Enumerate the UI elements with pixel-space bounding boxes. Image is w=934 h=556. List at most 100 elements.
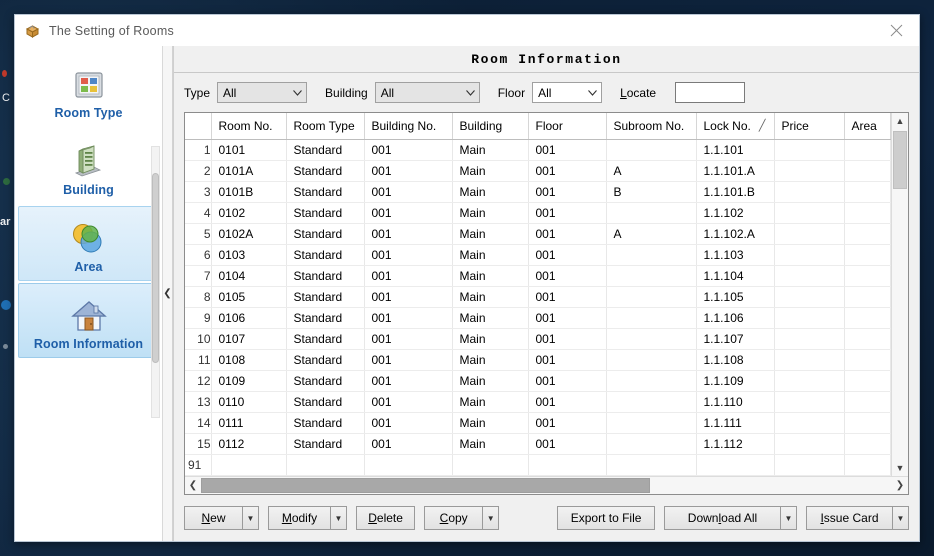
- cell-room-type[interactable]: Standard: [286, 224, 364, 245]
- cell-price[interactable]: [774, 329, 844, 350]
- cell-room-no[interactable]: 0112: [211, 434, 286, 455]
- cell-subroom-no[interactable]: [606, 140, 696, 161]
- cell-area[interactable]: [844, 182, 891, 203]
- cell-building[interactable]: Main: [452, 182, 528, 203]
- cell-area[interactable]: [844, 287, 891, 308]
- cell-room-no[interactable]: 0101A: [211, 161, 286, 182]
- cell-room-no[interactable]: 0101B: [211, 182, 286, 203]
- export-to-file-button[interactable]: Export to File: [557, 506, 655, 530]
- cell-subroom-no[interactable]: [606, 203, 696, 224]
- cell-room-no[interactable]: 0108: [211, 350, 286, 371]
- cell-building[interactable]: Main: [452, 287, 528, 308]
- cell-subroom-no[interactable]: [606, 371, 696, 392]
- cell-subroom-no[interactable]: [606, 329, 696, 350]
- cell-floor[interactable]: 001: [528, 392, 606, 413]
- cell-lock-no[interactable]: 1.1.102: [696, 203, 774, 224]
- delete-button[interactable]: Delete: [356, 506, 415, 530]
- table-footer-row[interactable]: 91: [185, 455, 891, 476]
- floor-select[interactable]: All: [532, 82, 602, 103]
- cell-building[interactable]: Main: [452, 392, 528, 413]
- cell-building[interactable]: Main: [452, 224, 528, 245]
- cell-lock-no[interactable]: 1.1.106: [696, 308, 774, 329]
- cell-building-no[interactable]: 001: [364, 413, 452, 434]
- scroll-right-icon[interactable]: ❯: [892, 480, 908, 491]
- modify-dropdown-arrow[interactable]: ▼: [330, 506, 347, 530]
- cell-room-type[interactable]: Standard: [286, 245, 364, 266]
- cell-building[interactable]: Main: [452, 203, 528, 224]
- row-number-cell[interactable]: 5: [185, 224, 211, 245]
- row-number-cell[interactable]: 7: [185, 266, 211, 287]
- cell-subroom-no[interactable]: A: [606, 161, 696, 182]
- cell-lock-no[interactable]: 1.1.110: [696, 392, 774, 413]
- cell-floor[interactable]: 001: [528, 434, 606, 455]
- cell-room-type[interactable]: Standard: [286, 161, 364, 182]
- cell-subroom-no[interactable]: [606, 392, 696, 413]
- table-row[interactable]: 110108Standard001Main0011.1.108: [185, 350, 891, 371]
- sidebar-scrollbar-thumb[interactable]: [152, 173, 159, 363]
- row-number-cell[interactable]: 15: [185, 434, 211, 455]
- cell-room-type[interactable]: Standard: [286, 329, 364, 350]
- table-row[interactable]: 150112Standard001Main0011.1.112: [185, 434, 891, 455]
- sidebar-item-room-information[interactable]: Room Information: [18, 283, 159, 358]
- cell-room-no[interactable]: 0109: [211, 371, 286, 392]
- cell-floor[interactable]: 001: [528, 371, 606, 392]
- column-header-building[interactable]: Building: [452, 113, 528, 140]
- cell-subroom-no[interactable]: [606, 308, 696, 329]
- cell-lock-no[interactable]: 1.1.109: [696, 371, 774, 392]
- row-number-cell[interactable]: 8: [185, 287, 211, 308]
- cell-lock-no[interactable]: 1.1.101.A: [696, 161, 774, 182]
- cell-price[interactable]: [774, 140, 844, 161]
- cell-building[interactable]: Main: [452, 329, 528, 350]
- cell-price[interactable]: [774, 350, 844, 371]
- cell-area[interactable]: [844, 413, 891, 434]
- cell-building[interactable]: Main: [452, 140, 528, 161]
- table-row[interactable]: 10101Standard001Main0011.1.101: [185, 140, 891, 161]
- cell-lock-no[interactable]: 1.1.101.B: [696, 182, 774, 203]
- column-header-floor[interactable]: Floor: [528, 113, 606, 140]
- column-header-lock-no[interactable]: Lock No. ╱: [696, 113, 774, 140]
- cell-area[interactable]: [844, 224, 891, 245]
- cell-building-no[interactable]: 001: [364, 350, 452, 371]
- table-row[interactable]: 100107Standard001Main0011.1.107: [185, 329, 891, 350]
- table-row[interactable]: 40102Standard001Main0011.1.102: [185, 203, 891, 224]
- cell-building[interactable]: Main: [452, 413, 528, 434]
- cell-room-type[interactable]: Standard: [286, 266, 364, 287]
- copy-button[interactable]: Copy: [424, 506, 482, 530]
- cell-room-no[interactable]: 0105: [211, 287, 286, 308]
- cell-area[interactable]: [844, 371, 891, 392]
- cell-subroom-no[interactable]: [606, 266, 696, 287]
- cell-floor[interactable]: 001: [528, 203, 606, 224]
- cell-floor[interactable]: 001: [528, 287, 606, 308]
- sidebar-item-room-type[interactable]: Room Type: [18, 52, 159, 127]
- row-number-cell[interactable]: 1: [185, 140, 211, 161]
- grid-hscrollbar-thumb[interactable]: [201, 478, 650, 493]
- row-number-cell[interactable]: 6: [185, 245, 211, 266]
- cell-price[interactable]: [774, 182, 844, 203]
- cell-lock-no[interactable]: 1.1.108: [696, 350, 774, 371]
- row-number-cell[interactable]: 2: [185, 161, 211, 182]
- modify-button[interactable]: Modify: [268, 506, 330, 530]
- cell-floor[interactable]: 001: [528, 350, 606, 371]
- cell-floor[interactable]: 001: [528, 224, 606, 245]
- cell-room-type[interactable]: Standard: [286, 140, 364, 161]
- cell-price[interactable]: [774, 287, 844, 308]
- column-header-building-no[interactable]: Building No.: [364, 113, 452, 140]
- cell-floor[interactable]: 001: [528, 140, 606, 161]
- row-number-cell[interactable]: 4: [185, 203, 211, 224]
- cell-building[interactable]: Main: [452, 161, 528, 182]
- download-all-button[interactable]: Download All: [664, 506, 780, 530]
- sidebar-scrollbar[interactable]: [151, 146, 160, 418]
- table-row[interactable]: 90106Standard001Main0011.1.106: [185, 308, 891, 329]
- cell-room-no[interactable]: 0102: [211, 203, 286, 224]
- cell-area[interactable]: [844, 434, 891, 455]
- column-header-price[interactable]: Price: [774, 113, 844, 140]
- cell-building-no[interactable]: 001: [364, 287, 452, 308]
- cell-building-no[interactable]: 001: [364, 182, 452, 203]
- row-number-cell[interactable]: 13: [185, 392, 211, 413]
- table-row[interactable]: 120109Standard001Main0011.1.109: [185, 371, 891, 392]
- cell-lock-no[interactable]: 1.1.101: [696, 140, 774, 161]
- cell-area[interactable]: [844, 266, 891, 287]
- grid-hscrollbar-track[interactable]: [201, 477, 892, 494]
- cell-area[interactable]: [844, 203, 891, 224]
- row-number-cell[interactable]: 9: [185, 308, 211, 329]
